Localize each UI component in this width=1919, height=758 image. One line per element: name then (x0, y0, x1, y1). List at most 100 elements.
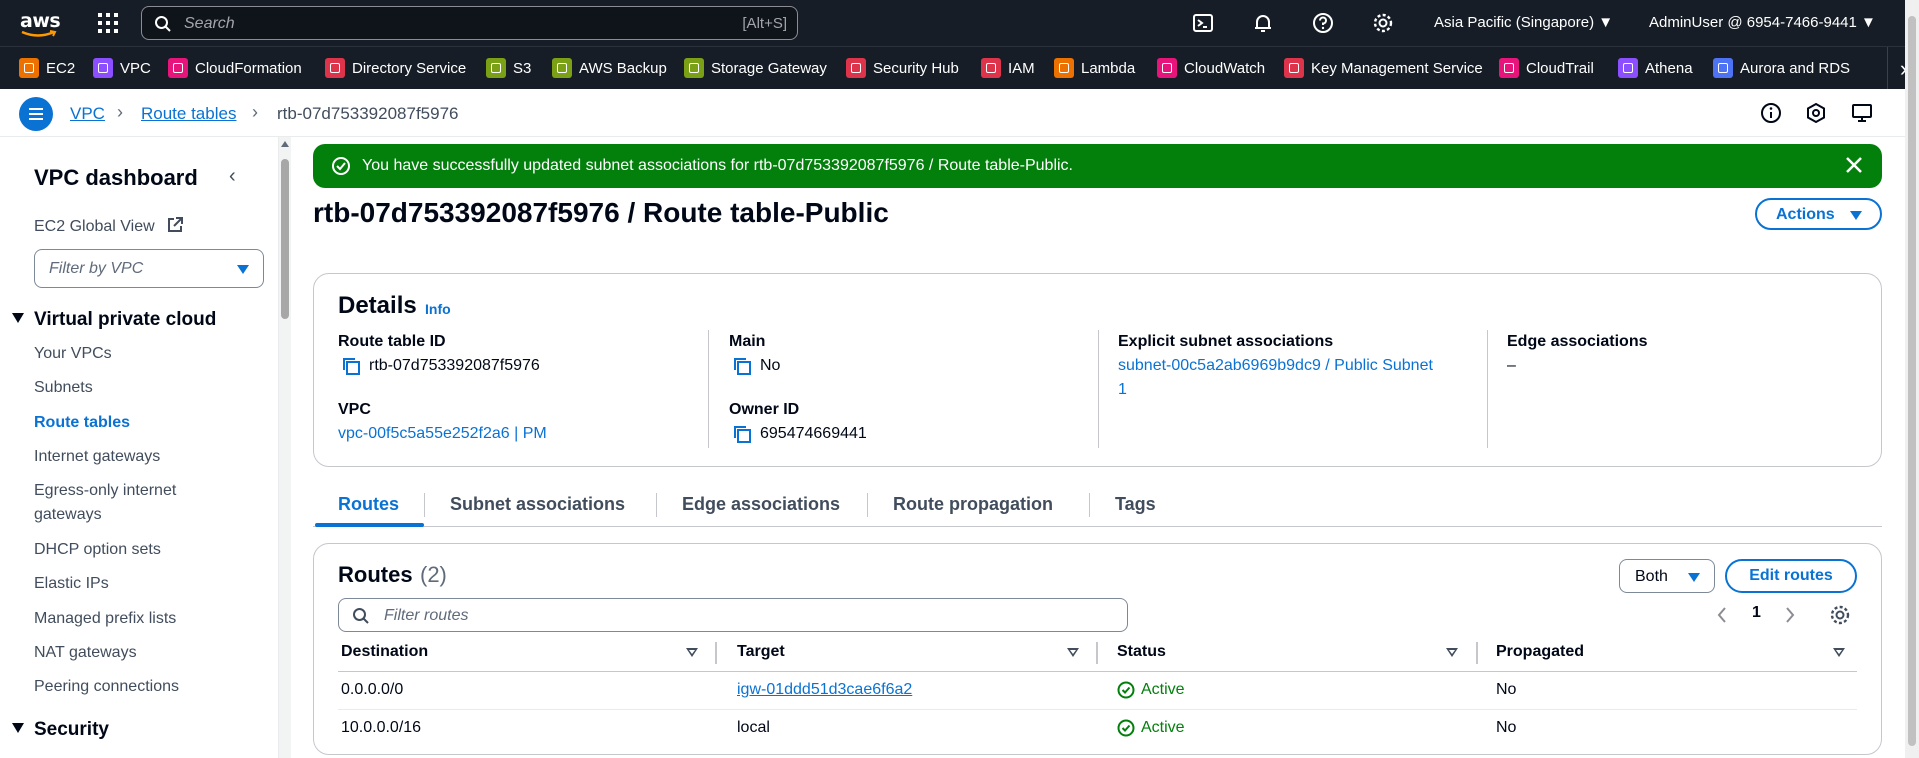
explicit-subnet-association-link[interactable]: subnet-00c5a2ab6969b9dc9 / Public Subnet (1118, 354, 1433, 378)
actions-button[interactable]: Actions (1755, 198, 1882, 230)
sort-icon[interactable] (1833, 648, 1845, 657)
services-menu-icon[interactable] (98, 13, 118, 33)
ec2-global-view-link[interactable]: EC2 Global View (34, 218, 155, 236)
help-icon[interactable] (1312, 12, 1334, 34)
scroll-up-icon[interactable] (281, 141, 289, 147)
global-search-input[interactable]: Search [Alt+S] (141, 6, 798, 40)
service-shortcut-s3[interactable]: S3 (486, 57, 531, 79)
column-resizer[interactable] (1096, 642, 1098, 664)
tab-route-propagation[interactable]: Route propagation (893, 494, 1053, 515)
sort-icon[interactable] (686, 648, 698, 657)
edit-routes-button[interactable]: Edit routes (1725, 559, 1857, 593)
sidebar-item-managed-prefix-lists[interactable]: Managed prefix lists (34, 607, 234, 631)
service-icon (552, 58, 572, 78)
account-menu[interactable]: AdminUser @ 6954-7466-9441 ▼ (1649, 14, 1876, 31)
sidebar-item-peering-connections[interactable]: Peering connections (34, 675, 234, 699)
vpc-link[interactable]: vpc-00f5c5a55e252f2a6 | PM (338, 422, 547, 446)
notifications-icon[interactable] (1805, 102, 1827, 124)
route-filter-value: Both (1635, 568, 1668, 585)
sidebar-scrollbar[interactable] (279, 137, 291, 758)
service-shortcut-key-management-service[interactable]: Key Management Service (1284, 57, 1483, 79)
column-header-status[interactable]: Status (1117, 643, 1166, 661)
sidebar-item-route-tables[interactable]: Route tables (34, 411, 234, 435)
route-target-link[interactable]: igw-01ddd51d3cae6f6a2 (737, 681, 912, 699)
sidebar-item-dhcp-option-sets[interactable]: DHCP option sets (34, 538, 234, 562)
service-shortcut-athena[interactable]: Athena (1618, 57, 1693, 79)
sidebar-title[interactable]: VPC dashboard (34, 165, 198, 191)
service-shortcut-cloudtrail[interactable]: CloudTrail (1499, 57, 1594, 79)
scrollbar-thumb[interactable] (281, 159, 289, 319)
caret-down-icon (12, 313, 24, 323)
service-shortcut-vpc[interactable]: VPC (93, 57, 151, 79)
service-shortcut-storage-gateway[interactable]: Storage Gateway (684, 57, 827, 79)
column-resizer[interactable] (1476, 642, 1478, 664)
tab-subnet-associations[interactable]: Subnet associations (450, 494, 625, 515)
close-icon[interactable] (1844, 155, 1864, 175)
column-resizer[interactable] (715, 642, 717, 664)
scrollbar-thumb[interactable] (1908, 16, 1916, 746)
filter-routes-input[interactable]: Filter routes (338, 598, 1128, 632)
sidebar-item-elastic-ips[interactable]: Elastic IPs (34, 572, 234, 596)
route-propagated: No (1496, 681, 1517, 698)
region-selector[interactable]: Asia Pacific (Singapore) ▼ (1434, 14, 1613, 31)
column-header-propagated[interactable]: Propagated (1496, 643, 1584, 661)
bell-icon[interactable] (1252, 12, 1274, 34)
filter-by-vpc-select[interactable]: Filter by VPC (34, 249, 264, 288)
sort-icon[interactable] (1067, 648, 1079, 657)
section-security[interactable]: Security (12, 719, 109, 741)
service-shortcut-cloudformation[interactable]: CloudFormation (168, 57, 302, 79)
explicit-subnet-association-link-wrap[interactable]: 1 (1118, 378, 1127, 402)
active-tab-indicator (315, 523, 424, 527)
service-shortcut-cloudwatch[interactable]: CloudWatch (1157, 57, 1265, 79)
side-navigation-toggle[interactable] (19, 97, 53, 131)
service-label: CloudWatch (1184, 59, 1266, 77)
tab-edge-associations[interactable]: Edge associations (682, 494, 840, 515)
copy-icon[interactable] (341, 356, 361, 376)
gear-icon[interactable] (1372, 12, 1394, 34)
chevron-left-icon[interactable]: ‹ (229, 165, 236, 188)
route-status-text: Active (1141, 681, 1185, 698)
column-header-target[interactable]: Target (737, 643, 785, 661)
info-link[interactable]: Info (425, 301, 451, 317)
service-shortcut-aws-backup[interactable]: AWS Backup (552, 57, 667, 79)
service-icon (846, 58, 866, 78)
service-shortcut-lambda[interactable]: Lambda (1054, 57, 1135, 79)
sidebar-item-internet-gateways[interactable]: Internet gateways (34, 445, 234, 469)
service-shortcut-ec2[interactable]: EC2 (19, 57, 75, 79)
service-shortcut-directory-service[interactable]: Directory Service (325, 57, 466, 79)
sidebar-item-your-vpcs[interactable]: Your VPCs (34, 342, 234, 366)
tab-routes[interactable]: Routes (338, 494, 399, 515)
route-filter-select[interactable]: Both (1619, 559, 1715, 593)
breadcrumb-vpc[interactable]: VPC (70, 104, 105, 124)
cloudshell-icon[interactable] (1192, 12, 1214, 34)
sort-icon[interactable] (1446, 648, 1458, 657)
search-icon (155, 16, 171, 32)
page-number[interactable]: 1 (1752, 604, 1761, 622)
flash-message: You have successfully updated subnet ass… (362, 157, 1073, 174)
feedback-icon[interactable] (1851, 102, 1873, 124)
breadcrumb-route-tables[interactable]: Route tables (141, 104, 236, 124)
service-shortcut-iam[interactable]: IAM (981, 57, 1035, 79)
chevron-left-icon[interactable] (1716, 606, 1728, 624)
service-label: VPC (120, 59, 151, 77)
route-destination: 0.0.0.0/0 (341, 681, 404, 698)
tab-tags[interactable]: Tags (1115, 494, 1156, 515)
chevron-right-icon[interactable] (1784, 606, 1796, 624)
aws-logo[interactable]: aws (20, 8, 64, 40)
service-icon (1499, 58, 1519, 78)
info-circle-icon[interactable] (1760, 102, 1782, 124)
sidebar-item-subnets[interactable]: Subnets (34, 376, 234, 400)
page-title: rtb-07d753392087f5976 / Route table-Publ… (313, 197, 889, 228)
service-icon (168, 58, 188, 78)
copy-icon[interactable] (732, 424, 752, 444)
service-shortcut-security-hub[interactable]: Security Hub (846, 57, 959, 79)
gear-icon[interactable] (1829, 604, 1851, 626)
section-virtual-private-cloud[interactable]: Virtual private cloud (12, 309, 216, 331)
copy-icon[interactable] (732, 356, 752, 376)
column-header-destination[interactable]: Destination (341, 643, 428, 661)
service-shortcut-aurora-and-rds[interactable]: Aurora and RDS (1713, 57, 1850, 79)
sidebar-item-egress-only-internet-gateways[interactable]: Egress-only internet gateways (34, 479, 184, 527)
success-flashbar: You have successfully updated subnet ass… (313, 144, 1882, 188)
sidebar-item-nat-gateways[interactable]: NAT gateways (34, 641, 234, 665)
page-scrollbar[interactable] (1905, 0, 1919, 758)
